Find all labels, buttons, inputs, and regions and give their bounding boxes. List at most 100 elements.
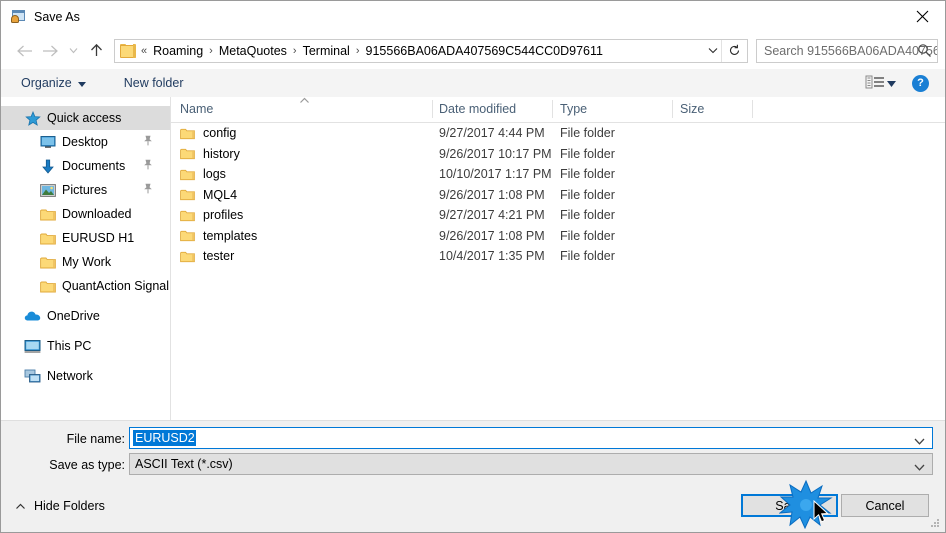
search-icon (917, 43, 932, 61)
file-name: tester (203, 249, 235, 264)
new-folder-label: New folder (123, 76, 184, 90)
sidebar-item-label: QuantAction Signal (62, 279, 170, 293)
save-as-dialog: Save As « Roaming › MetaQuotes › Termina (0, 0, 946, 533)
new-folder-button[interactable]: New folder (118, 72, 190, 94)
file-date-modified: 10/4/2017 1:35 PM (439, 249, 545, 264)
pin-icon[interactable] (143, 135, 153, 149)
sidebar-item-downloaded[interactable]: Downloaded (1, 202, 170, 226)
save-as-type-select[interactable]: ASCII Text (*.csv) (129, 453, 933, 475)
caret-down-icon (77, 76, 86, 90)
window-title: Save As (34, 9, 80, 24)
file-name: MQL4 (203, 187, 238, 202)
file-name: templates (203, 228, 258, 243)
view-caret-down-icon[interactable] (887, 76, 896, 90)
column-header-size[interactable]: Size (680, 102, 704, 116)
forward-arrow-icon[interactable] (37, 38, 63, 64)
file-row-name-cell: history (180, 147, 240, 161)
sidebar-item-this-pc[interactable]: This PC (1, 334, 170, 358)
save-button[interactable]: Save (741, 494, 838, 517)
file-row[interactable]: templates 9/26/2017 1:08 PM File folder (171, 226, 945, 247)
sidebar-item-label: Desktop (62, 135, 108, 149)
sidebar-item-label: My Work (62, 255, 112, 269)
file-row[interactable]: tester 10/4/2017 1:35 PM File folder (171, 246, 945, 267)
file-name-chevron-down-icon[interactable] (914, 434, 925, 448)
sidebar-item-my-work[interactable]: My Work (1, 250, 170, 274)
file-date-modified: 9/27/2017 4:21 PM (439, 208, 545, 223)
file-row-name-cell: templates (180, 229, 257, 243)
file-row[interactable]: MQL4 9/26/2017 1:08 PM File folder (171, 185, 945, 206)
file-type: File folder (560, 126, 615, 141)
breadcrumb-metaquotes[interactable]: MetaQuotes (218, 44, 288, 58)
organize-button[interactable]: Organize (15, 72, 92, 94)
column-divider[interactable] (752, 100, 753, 118)
folder-icon (180, 147, 195, 160)
file-date-modified: 9/26/2017 10:17 PM (439, 146, 552, 161)
sidebar-item-documents[interactable]: Documents (1, 154, 170, 178)
file-row[interactable]: history 9/26/2017 10:17 PM File folder (171, 144, 945, 165)
sort-ascending-icon (299, 97, 310, 107)
file-row[interactable]: logs 10/10/2017 1:17 PM File folder (171, 164, 945, 185)
sidebar-item-label: Quick access (47, 111, 122, 125)
folder-icon (180, 209, 195, 222)
pictures-image-icon (39, 182, 56, 198)
search-input[interactable]: Search 915566BA06ADA40756... (756, 38, 938, 63)
hide-folders-label: Hide Folders (34, 499, 105, 513)
file-type: File folder (560, 228, 615, 243)
quick-access-star-icon (24, 110, 41, 126)
sidebar-item-quick-access[interactable]: Quick access (1, 106, 170, 130)
organize-label: Organize (21, 76, 72, 90)
search-placeholder: Search 915566BA06ADA40756... (764, 43, 937, 58)
resize-grip-icon[interactable] (929, 518, 941, 530)
file-date-modified: 9/26/2017 1:08 PM (439, 228, 545, 243)
breadcrumb-current-folder[interactable]: 915566BA06ADA407569C544CC0D97611 (365, 44, 604, 58)
help-icon[interactable]: ? (912, 74, 929, 92)
sidebar-item-label: Network (47, 369, 93, 383)
navigation-bar: « Roaming › MetaQuotes › Terminal › 9155… (1, 32, 945, 69)
folder-icon (39, 206, 56, 222)
save-as-type-label: Save as type: (49, 458, 125, 472)
sidebar-item-network[interactable]: Network (1, 364, 170, 388)
sidebar-item-eurusd-h1[interactable]: EURUSD H1 (1, 226, 170, 250)
close-icon[interactable] (899, 1, 945, 31)
network-icon (24, 368, 41, 384)
refresh-icon[interactable] (721, 39, 746, 62)
up-arrow-icon[interactable] (83, 38, 109, 64)
folder-icon (180, 229, 195, 242)
sidebar-item-label: Documents (62, 159, 126, 173)
folder-icon (180, 250, 195, 263)
folder-icon (180, 188, 195, 201)
file-row-name-cell: tester (180, 249, 234, 263)
column-header-date[interactable]: Date modified (439, 102, 516, 116)
file-name: history (203, 146, 240, 161)
save-as-type-chevron-down-icon[interactable] (914, 460, 925, 474)
breadcrumb-roaming[interactable]: Roaming (152, 44, 204, 58)
column-divider[interactable] (672, 100, 673, 118)
hide-folders-button[interactable]: Hide Folders (15, 499, 105, 513)
address-chevron-down-icon[interactable] (704, 40, 722, 62)
breadcrumb-terminal[interactable]: Terminal (302, 44, 351, 58)
address-bar[interactable]: « Roaming › MetaQuotes › Terminal › 9155… (114, 38, 748, 63)
pin-icon[interactable] (143, 183, 153, 197)
file-name-input[interactable]: EURUSD2 (129, 427, 933, 449)
breadcrumb-overflow[interactable]: « (136, 45, 152, 57)
back-arrow-icon[interactable] (11, 38, 37, 64)
sidebar-item-onedrive[interactable]: OneDrive (1, 304, 170, 328)
column-divider[interactable] (552, 100, 553, 118)
column-header-type[interactable]: Type (560, 102, 587, 116)
column-divider[interactable] (432, 100, 433, 118)
view-layout-icon[interactable] (865, 74, 885, 93)
save-as-type-value: ASCII Text (*.csv) (135, 457, 233, 471)
cancel-button[interactable]: Cancel (841, 494, 929, 517)
navigation-sidebar: Quick access Desktop Documents Pictures Down… (1, 97, 171, 420)
column-header-name[interactable]: Name (180, 102, 213, 116)
file-row[interactable]: config 9/27/2017 4:44 PM File folder (171, 123, 945, 144)
pin-icon[interactable] (143, 159, 153, 173)
file-row[interactable]: profiles 9/27/2017 4:21 PM File folder (171, 205, 945, 226)
this-pc-monitor-icon (24, 338, 41, 354)
folder-icon (39, 278, 56, 294)
sidebar-item-pictures[interactable]: Pictures (1, 178, 170, 202)
recent-locations-chevron-down-icon[interactable] (63, 38, 83, 64)
sidebar-item-desktop[interactable]: Desktop (1, 130, 170, 154)
sidebar-item-quantaction-signal[interactable]: QuantAction Signal (1, 274, 170, 298)
file-type: File folder (560, 249, 615, 264)
